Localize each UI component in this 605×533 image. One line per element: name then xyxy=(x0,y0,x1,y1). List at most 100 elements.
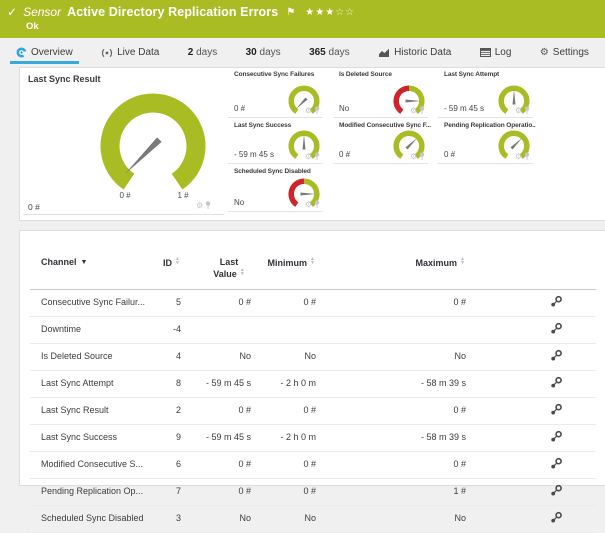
stars-empty: ☆☆ xyxy=(335,6,356,18)
historic-icon xyxy=(378,48,390,58)
channel-settings-icon[interactable] xyxy=(550,376,563,389)
table-row-consecutive-sync-failur[interactable]: Consecutive Sync Failur... 5 0 #0 #0 # xyxy=(30,289,596,317)
gauge xyxy=(391,128,427,169)
main-gauge-cell[interactable]: Last Sync Result 0 # 1 # 0 # ⚙ xyxy=(20,68,228,220)
main-gauge-scale-min: 0 # xyxy=(119,191,131,200)
channel-maximum: 1 # xyxy=(316,478,466,506)
pin-icon[interactable] xyxy=(524,152,530,161)
table-row-last-sync-attempt[interactable]: Last Sync Attempt 8- 59 m 45 s- 2 h 0 m- … xyxy=(30,370,596,398)
channel-actions xyxy=(466,478,596,506)
tab-label: 2 days xyxy=(187,47,218,58)
channel-actions xyxy=(466,370,596,398)
tab-label: Settings xyxy=(552,47,589,58)
channel-table-panel: Channel ▼ ID ▲ ▼ Last Value ▲ ▼ Minimum ▲ ▼ Max… xyxy=(19,230,605,533)
gauge-title: Scheduled Sync Disabled xyxy=(234,168,311,175)
channel-minimum: 0 # xyxy=(251,451,316,479)
channel-settings-icon[interactable] xyxy=(550,430,563,443)
tab-2-days[interactable]: 2 days xyxy=(182,38,223,67)
sensor-header-line: ✓ Sensor Active Directory Replication Er… xyxy=(0,0,605,19)
channel-maximum: No xyxy=(316,505,466,533)
table-row-is-deleted-source[interactable]: Is Deleted Source 4 No No No xyxy=(30,343,596,371)
gear-icon[interactable]: ⚙ xyxy=(305,200,312,209)
channel-settings-icon[interactable] xyxy=(550,511,563,524)
gauge xyxy=(286,176,322,217)
gauge-cell-is-deleted-source[interactable]: Is Deleted Source No ⚙ xyxy=(333,68,428,118)
pin-icon[interactable] xyxy=(524,106,530,115)
table-row-modified-consecutive-s[interactable]: Modified Consecutive S... 6 0 #0 #0 # xyxy=(30,451,596,479)
channel-settings-icon[interactable] xyxy=(550,484,563,497)
active-tab-underline xyxy=(10,61,79,64)
gauge-cell-modified-consecutive-sync-f[interactable]: Modified Consecutive Sync F... 0 # ⚙ xyxy=(333,119,431,164)
main-gauge-scale-max: 1 # xyxy=(177,191,189,200)
channel-settings-icon[interactable] xyxy=(550,295,563,308)
gear-icon[interactable]: ⚙ xyxy=(515,152,522,161)
gauge-needle xyxy=(512,89,516,105)
gauge-value: No xyxy=(339,104,350,113)
pin-icon[interactable] xyxy=(314,106,320,115)
channel-settings-icon[interactable] xyxy=(550,322,563,335)
channel-last-value: 0 # xyxy=(181,397,251,425)
channel-last-value: No xyxy=(181,343,251,371)
gear-icon[interactable]: ⚙ xyxy=(196,201,203,210)
column-header-maximum[interactable]: Maximum ▲ ▼ xyxy=(316,231,466,290)
gauge-cell-last-sync-success[interactable]: Last Sync Success - 59 m 45 s ⚙ xyxy=(228,119,323,164)
gear-icon[interactable]: ⚙ xyxy=(305,152,312,161)
channel-maximum xyxy=(316,316,466,344)
table-row-scheduled-sync-disabled[interactable]: Scheduled Sync Disabled 3 No No No xyxy=(30,505,596,533)
pin-icon[interactable] xyxy=(419,152,425,161)
gear-icon[interactable]: ⚙ xyxy=(410,106,417,115)
gear-icon[interactable]: ⚙ xyxy=(305,106,312,115)
gauge xyxy=(286,83,322,124)
gauge-cell-last-sync-attempt[interactable]: Last Sync Attempt - 59 m 45 s ⚙ xyxy=(438,68,533,118)
gauge-actions: ⚙ xyxy=(515,152,530,161)
main-gauge-title: Last Sync Result xyxy=(28,74,101,84)
column-header-minimum[interactable]: Minimum ▲ ▼ xyxy=(251,231,316,290)
channel-minimum: - 2 h 0 m xyxy=(251,424,316,452)
table-row-downtime[interactable]: Downtime -4 xyxy=(30,316,596,344)
tab-30-days[interactable]: 30 days xyxy=(240,38,287,67)
overview-icon xyxy=(16,47,27,58)
gauge-value: 0 # xyxy=(444,150,456,159)
priority-stars[interactable]: ★★★☆☆ xyxy=(305,7,355,18)
gauge-cell-pending-replication-operatio[interactable]: Pending Replication Operatio... 0 # ⚙ xyxy=(438,119,536,164)
tab-log[interactable]: Log xyxy=(474,38,518,67)
pin-icon[interactable] xyxy=(205,201,211,210)
channel-last-value: 0 # xyxy=(181,289,251,317)
gauge-cell-scheduled-sync-disabled[interactable]: Scheduled Sync Disabled No ⚙ xyxy=(228,165,323,212)
pin-icon[interactable] xyxy=(314,152,320,161)
pin-icon[interactable] xyxy=(419,106,425,115)
sort-icon: ▲ ▼ xyxy=(460,256,465,266)
gauge-needle xyxy=(300,192,316,196)
channel-id: 5 xyxy=(150,289,181,317)
column-header-id[interactable]: ID ▲ ▼ xyxy=(150,231,181,290)
tab-live-data[interactable]: Live Data xyxy=(95,38,165,67)
sensor-title: Active Directory Replication Errors xyxy=(67,5,279,19)
channel-settings-icon[interactable] xyxy=(550,457,563,470)
gauge-cell-consecutive-sync-failures[interactable]: Consecutive Sync Failures 0 # ⚙ xyxy=(228,68,323,118)
log-icon xyxy=(479,48,491,57)
channel-actions xyxy=(466,451,596,479)
tab-settings[interactable]: ⚙ Settings xyxy=(534,38,595,67)
stars-filled: ★★★ xyxy=(305,6,336,18)
channel-name: Consecutive Sync Failur... xyxy=(30,289,150,317)
column-header-last-value[interactable]: Last Value ▲ ▼ xyxy=(181,231,251,290)
column-header-channel[interactable]: Channel ▼ xyxy=(30,231,150,290)
gear-icon[interactable]: ⚙ xyxy=(410,152,417,161)
channel-settings-icon[interactable] xyxy=(550,349,563,362)
tab-365-days[interactable]: 365 days xyxy=(303,38,356,67)
channel-settings-icon[interactable] xyxy=(550,403,563,416)
table-row-last-sync-success[interactable]: Last Sync Success 9- 59 m 45 s- 2 h 0 m- … xyxy=(30,424,596,452)
sort-icon: ▲ ▼ xyxy=(310,256,315,266)
gauge-value: 0 # xyxy=(339,150,351,159)
pin-icon[interactable] xyxy=(314,200,320,209)
gear-icon[interactable]: ⚙ xyxy=(515,106,522,115)
table-row-last-sync-result[interactable]: Last Sync Result 2 0 #0 #0 # xyxy=(30,397,596,425)
channel-minimum: 0 # xyxy=(251,289,316,317)
channel-maximum: 0 # xyxy=(316,451,466,479)
table-row-pending-replication-op[interactable]: Pending Replication Op... 7 0 #0 #1 # xyxy=(30,478,596,506)
tab-historic-data[interactable]: Historic Data xyxy=(372,38,457,67)
channel-id: 6 xyxy=(150,451,181,479)
tab-overview[interactable]: Overview xyxy=(10,38,79,67)
channel-maximum: 0 # xyxy=(316,397,466,425)
channel-minimum xyxy=(251,316,316,344)
